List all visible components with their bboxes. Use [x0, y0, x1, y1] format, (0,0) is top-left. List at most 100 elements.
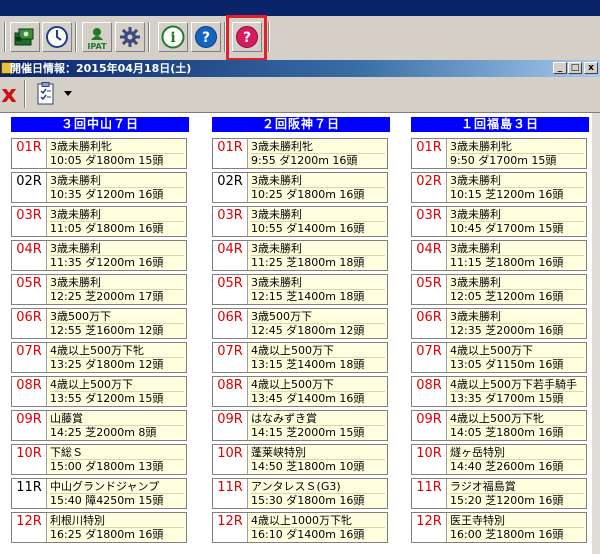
race-name: 3歳未勝利牝	[50, 140, 184, 154]
race-number: 07R	[213, 343, 248, 372]
race-details: 13:35 ダ1700m 15頭	[450, 392, 564, 405]
race-cell[interactable]: 03R 3歳未勝利 11:05 ダ1800m 16頭	[11, 206, 187, 237]
race-info: 4歳以上1000万下牝 16:10 ダ1400m 16頭	[248, 513, 387, 542]
race-details: 10:55 ダ1400m 16頭	[251, 222, 365, 235]
race-info: 3歳未勝利 10:45 ダ1700m 15頭	[447, 207, 586, 236]
race-cell[interactable]: 11R アンタレスＳ(G3) 15:30 ダ1800m 16頭	[212, 478, 388, 509]
race-details: 9:55 ダ1200m 16頭	[251, 154, 358, 167]
race-number: 04R	[213, 241, 248, 270]
race-cell[interactable]: 07R 4歳以上500万下牝 13:25 ダ1800m 12頭	[11, 342, 187, 373]
race-cell[interactable]: 08R 4歳以上500万下若手騎手 13:35 ダ1700m 15頭	[411, 376, 587, 407]
race-details: 13:15 芝1400m 18頭	[251, 358, 365, 371]
race-name: 中山グランドジャンプ	[50, 480, 184, 494]
race-cell[interactable]: 11R 中山グランドジャンプ 15:40 障4250m 15頭	[11, 478, 187, 509]
sub-toolbar: x	[0, 77, 600, 113]
race-info: ラジオ福島賞 15:20 芝1200m 16頭	[447, 479, 586, 508]
race-cell[interactable]: 07R 4歳以上500万下 13:05 ダ1150m 16頭	[411, 342, 587, 373]
info-button[interactable]: i	[158, 22, 188, 52]
settings-button[interactable]	[115, 22, 145, 52]
race-details: 10:45 ダ1700m 15頭	[450, 222, 564, 235]
venue-header[interactable]: ２回阪神７日	[212, 117, 390, 132]
minimize-button[interactable]: _	[553, 62, 567, 74]
close-view-button[interactable]: x	[0, 80, 18, 108]
race-details: 12:05 芝1200m 16頭	[450, 290, 564, 303]
race-info: 3歳未勝利 10:25 ダ1800m 16頭	[248, 173, 387, 202]
checklist-button[interactable]	[32, 80, 60, 108]
race-cell[interactable]: 07R 4歳以上500万下 13:15 芝1400m 18頭	[212, 342, 388, 373]
help-button[interactable]: ?	[191, 22, 221, 52]
race-number: 01R	[12, 139, 47, 168]
race-cell[interactable]: 04R 3歳未勝利 11:15 芝1800m 16頭	[411, 240, 587, 271]
race-cell[interactable]: 09R 4歳以上500万下牝 14:05 芝1800m 16頭	[411, 410, 587, 441]
wallet-button[interactable]	[10, 22, 40, 52]
restore-button[interactable]: □	[568, 62, 582, 74]
race-number: 07R	[12, 343, 47, 372]
race-cell[interactable]: 05R 3歳未勝利 12:05 芝1200m 16頭	[411, 274, 587, 305]
race-name: 蓬莱峡特別	[251, 446, 385, 460]
race-cell[interactable]: 05R 3歳未勝利 12:25 芝2000m 17頭	[11, 274, 187, 305]
race-name: 3歳未勝利牝	[450, 140, 584, 154]
race-cell[interactable]: 09R はなみずき賞 14:15 芝2000m 15頭	[212, 410, 388, 441]
race-cell[interactable]: 01R 3歳未勝利牝 10:05 ダ1800m 15頭	[11, 138, 187, 169]
race-cell[interactable]: 06R 3歳未勝利 12:35 芝2000m 16頭	[411, 308, 587, 339]
race-name: 山藤賞	[50, 412, 184, 426]
race-details: 12:55 芝1600m 12頭	[50, 324, 164, 337]
clock-button[interactable]	[42, 22, 72, 52]
race-cell[interactable]: 06R 3歳500万下 12:45 ダ1800m 12頭	[212, 308, 388, 339]
race-cell[interactable]: 05R 3歳未勝利 12:15 芝1400m 18頭	[212, 274, 388, 305]
race-number: 10R	[12, 445, 47, 474]
svg-text:i: i	[170, 30, 175, 46]
race-cell[interactable]: 02R 3歳未勝利 10:15 芝1200m 16頭	[411, 172, 587, 203]
race-cell[interactable]: 11R ラジオ福島賞 15:20 芝1200m 16頭	[411, 478, 587, 509]
svg-text:IPAT: IPAT	[87, 42, 107, 50]
race-info: 利根川特別 16:25 ダ1800m 16頭	[47, 513, 186, 542]
race-cell[interactable]: 03R 3歳未勝利 10:55 ダ1400m 16頭	[212, 206, 388, 237]
race-details: 10:05 ダ1800m 15頭	[50, 154, 164, 167]
race-cell[interactable]: 10R 蓬莱峡特別 14:50 芝1800m 10頭	[212, 444, 388, 475]
vertical-scrollbar[interactable]	[592, 113, 600, 554]
race-cell[interactable]: 12R 利根川特別 16:25 ダ1800m 16頭	[11, 512, 187, 543]
window-titlebar: 開催日情報：2015年04月18日(土) _ □ x	[0, 60, 600, 77]
race-cell[interactable]: 08R 4歳以上500万下 13:45 ダ1400m 16頭	[212, 376, 388, 407]
race-details: 10:35 ダ1200m 16頭	[50, 188, 164, 201]
race-number: 01R	[412, 139, 447, 168]
race-cell[interactable]: 02R 3歳未勝利 10:25 ダ1800m 16頭	[212, 172, 388, 203]
race-cell[interactable]: 12R 医王寺特別 16:00 芝1800m 16頭	[411, 512, 587, 543]
race-cell[interactable]: 01R 3歳未勝利牝 9:55 ダ1200m 16頭	[212, 138, 388, 169]
race-cell[interactable]: 08R 4歳以上500万下 13:55 ダ1200m 15頭	[11, 376, 187, 407]
race-name: 3歳500万下	[50, 310, 184, 324]
toolbar-separator	[4, 22, 6, 52]
race-number: 05R	[412, 275, 447, 304]
race-cell[interactable]: 10R 下総Ｓ 15:00 ダ1800m 13頭	[11, 444, 187, 475]
race-info: 3歳未勝利 12:05 芝1200m 16頭	[447, 275, 586, 304]
race-cell[interactable]: 06R 3歳500万下 12:55 芝1600m 12頭	[11, 308, 187, 339]
race-cell[interactable]: 12R 4歳以上1000万下牝 16:10 ダ1400m 16頭	[212, 512, 388, 543]
race-cell[interactable]: 10R 燧ヶ岳特別 14:40 芝2600m 16頭	[411, 444, 587, 475]
race-cell[interactable]: 04R 3歳未勝利 11:25 芝1800m 18頭	[212, 240, 388, 271]
venue-header[interactable]: １回福島３日	[411, 117, 589, 132]
venue-header[interactable]: ３回中山７日	[11, 117, 189, 132]
race-name: 3歳未勝利	[251, 208, 385, 222]
race-cell[interactable]: 09R 山藤賞 14:25 芝2000m 8頭	[11, 410, 187, 441]
race-info: 山藤賞 14:25 芝2000m 8頭	[47, 411, 186, 440]
checklist-dropdown[interactable]	[62, 80, 74, 108]
race-number: 12R	[12, 513, 47, 542]
race-name: アンタレスＳ(G3)	[251, 480, 385, 494]
race-cell[interactable]: 03R 3歳未勝利 10:45 ダ1700m 15頭	[411, 206, 587, 237]
toolbar-separator	[75, 22, 77, 52]
race-number: 09R	[12, 411, 47, 440]
race-details: 14:05 芝1800m 16頭	[450, 426, 564, 439]
race-info: 4歳以上500万下若手騎手 13:35 ダ1700m 15頭	[447, 377, 586, 406]
race-number: 11R	[412, 479, 447, 508]
race-info: 3歳未勝利 10:35 ダ1200m 16頭	[47, 173, 186, 202]
race-cell[interactable]: 02R 3歳未勝利 10:35 ダ1200m 16頭	[11, 172, 187, 203]
race-info: 4歳以上500万下牝 14:05 芝1800m 16頭	[447, 411, 586, 440]
race-info: 3歳未勝利 10:15 芝1200m 16頭	[447, 173, 586, 202]
race-cell[interactable]: 04R 3歳未勝利 11:35 ダ1200m 16頭	[11, 240, 187, 271]
race-name: 3歳未勝利	[50, 174, 184, 188]
race-cell[interactable]: 01R 3歳未勝利牝 9:50 ダ1700m 15頭	[411, 138, 587, 169]
ipat-button[interactable]: IPAT	[82, 22, 112, 52]
race-name: 3歳未勝利	[251, 174, 385, 188]
race-info: 3歳未勝利 12:35 芝2000m 16頭	[447, 309, 586, 338]
close-button[interactable]: x	[584, 62, 598, 74]
